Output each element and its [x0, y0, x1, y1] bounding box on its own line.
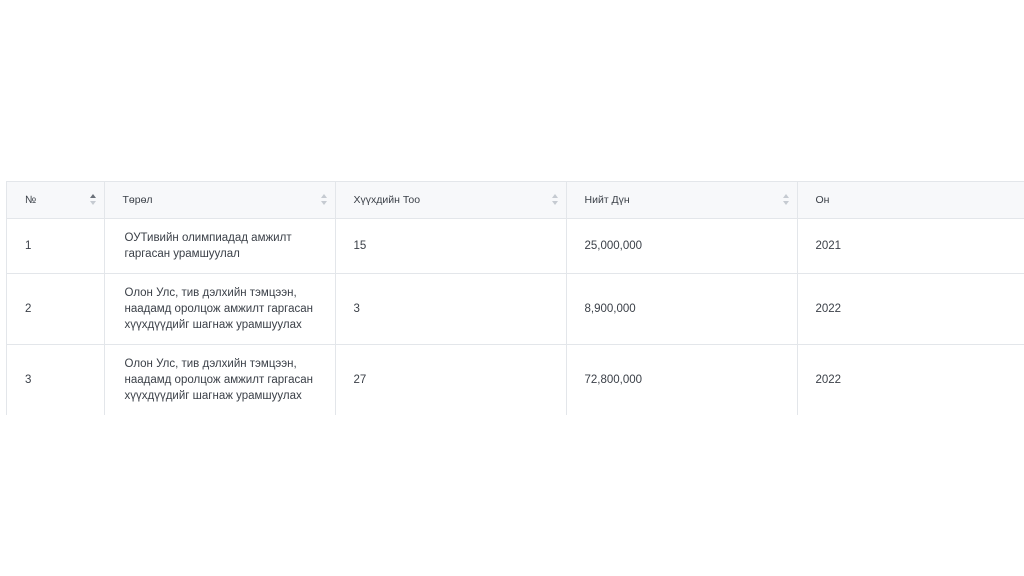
- column-header-label: №: [25, 194, 37, 206]
- column-header-label: Хүүхдийн Тоо: [353, 194, 421, 206]
- sort-ascending-icon: [782, 194, 789, 198]
- cell-year: 2021: [797, 218, 1024, 274]
- cell-total-amount: 72,800,000: [566, 344, 798, 415]
- column-header-label: Төрөл: [122, 194, 153, 206]
- data-table-container: № Төрөл Хүүхдийн Тоо Нийт Дүн Он 1 ОУТив…: [6, 181, 1024, 415]
- column-header-total-amount[interactable]: Нийт Дүн: [566, 182, 798, 219]
- cell-total-amount: 8,900,000: [566, 273, 798, 345]
- column-header-number[interactable]: №: [7, 182, 105, 219]
- page: № Төрөл Хүүхдийн Тоо Нийт Дүн Он 1 ОУТив…: [0, 0, 1024, 576]
- cell-type: ОУТивийн олимпиадад амжилт гаргасан урам…: [104, 218, 336, 274]
- column-header-children-count[interactable]: Хүүхдийн Тоо: [335, 182, 567, 219]
- sort-descending-icon: [782, 201, 789, 205]
- sort-descending-icon: [89, 201, 96, 205]
- cell-type: Олон Улс, тив дэлхийн тэмцээн, наадамд о…: [104, 344, 336, 415]
- sort-ascending-icon: [551, 194, 558, 198]
- cell-type: Олон Улс, тив дэлхийн тэмцээн, наадамд о…: [104, 273, 336, 345]
- cell-children-count: 27: [335, 344, 567, 415]
- table-row[interactable]: 2 Олон Улс, тив дэлхийн тэмцээн, наадамд…: [7, 273, 1024, 345]
- cell-year: 2022: [797, 344, 1024, 415]
- cell-children-count: 3: [335, 273, 567, 345]
- sort-ascending-icon: [89, 194, 96, 198]
- sort-icon[interactable]: [782, 194, 790, 206]
- column-header-label: Он: [815, 194, 830, 206]
- table-header-row: № Төрөл Хүүхдийн Тоо Нийт Дүн Он: [7, 182, 1024, 219]
- column-header-year[interactable]: Он: [797, 182, 1024, 219]
- sort-descending-icon: [551, 201, 558, 205]
- cell-number: 3: [7, 344, 105, 415]
- sort-descending-icon: [320, 201, 327, 205]
- sort-icon[interactable]: [320, 194, 328, 206]
- cell-number: 1: [7, 218, 105, 274]
- cell-year: 2022: [797, 273, 1024, 345]
- sort-icon[interactable]: [89, 194, 97, 206]
- sort-ascending-icon: [320, 194, 327, 198]
- cell-total-amount: 25,000,000: [566, 218, 798, 274]
- cell-number: 2: [7, 273, 105, 345]
- column-header-type[interactable]: Төрөл: [104, 182, 336, 219]
- column-header-label: Нийт Дүн: [584, 194, 630, 206]
- data-table: № Төрөл Хүүхдийн Тоо Нийт Дүн Он 1 ОУТив…: [7, 182, 1024, 415]
- cell-children-count: 15: [335, 218, 567, 274]
- sort-icon[interactable]: [551, 194, 559, 206]
- table-row[interactable]: 1 ОУТивийн олимпиадад амжилт гаргасан ур…: [7, 218, 1024, 274]
- table-row[interactable]: 3 Олон Улс, тив дэлхийн тэмцээн, наадамд…: [7, 344, 1024, 415]
